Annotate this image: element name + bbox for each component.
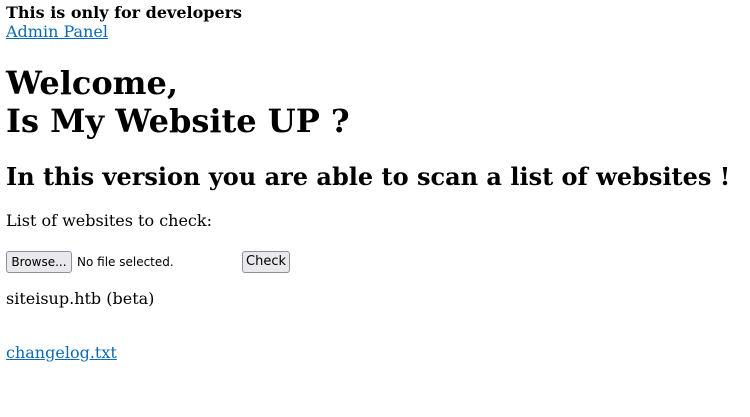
changelog-link[interactable]: changelog.txt — [6, 343, 117, 363]
browse-file-button[interactable]: Browse... — [6, 251, 72, 273]
site-info: siteisup.htb (beta) — [6, 289, 155, 308]
admin-panel-link[interactable]: Admin Panel — [6, 23, 108, 41]
website-list-label: List of websites to check: — [6, 211, 212, 230]
version-subheading: In this version you are able to scan a l… — [6, 162, 731, 191]
file-status-text: No file selected. — [77, 255, 174, 269]
page-title: Welcome, Is My Website UP ? — [6, 64, 350, 140]
dev-note: This is only for developers — [6, 3, 243, 22]
site-title-line: Is My Website UP ? — [6, 102, 350, 140]
check-button[interactable]: Check — [242, 251, 290, 273]
welcome-line: Welcome, — [6, 64, 179, 102]
